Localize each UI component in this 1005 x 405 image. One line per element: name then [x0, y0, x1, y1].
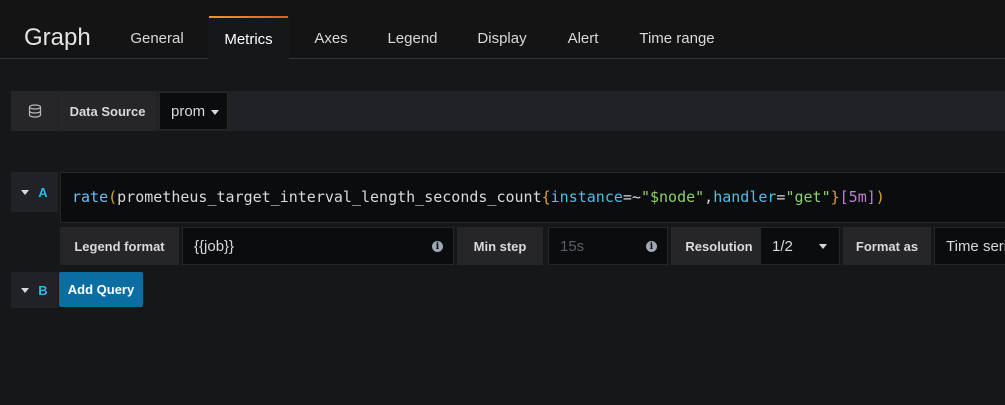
tab-legend[interactable]: Legend: [374, 0, 451, 59]
token-paren: (: [108, 188, 118, 206]
query-ref-letter: B: [38, 282, 48, 298]
collapse-caret-icon: [21, 287, 30, 293]
token-brace: {: [541, 188, 551, 206]
token-comma: ,: [704, 188, 714, 206]
tab-display[interactable]: Display: [464, 0, 540, 59]
datasource-row: Data Source prom: [11, 91, 1005, 131]
token-label-name: instance: [550, 188, 623, 206]
datasource-icon-box: [11, 91, 58, 131]
database-icon: [28, 104, 41, 118]
token-bracket: ]: [866, 188, 876, 206]
chevron-down-icon: [211, 110, 219, 115]
token-label-value: "get": [785, 188, 831, 206]
datasource-label: Data Source: [59, 91, 156, 131]
query-row-toggle-b[interactable]: B: [11, 272, 58, 308]
token-label-name: handler: [713, 188, 777, 206]
token-range: 5m: [848, 188, 867, 206]
legend-format-value: {{job}}: [194, 237, 235, 255]
min-step-placeholder: 15s: [560, 237, 585, 255]
resolution-select[interactable]: 1/2: [760, 227, 840, 265]
format-as-value: Time series: [946, 237, 1005, 255]
min-step-input[interactable]: 15s i: [548, 227, 668, 265]
token-bracket: [: [839, 188, 849, 206]
token-label-value: "$node": [640, 188, 705, 206]
panel-title: Graph: [24, 24, 91, 51]
token-paren: ): [875, 188, 885, 206]
query-ref-letter: A: [38, 184, 48, 200]
datasource-value: prom: [171, 102, 206, 120]
chevron-down-icon: [819, 244, 827, 249]
tab-axes[interactable]: Axes: [300, 0, 362, 59]
datasource-select[interactable]: prom: [159, 92, 228, 130]
token-metric-name: prometheus_target_interval_length_second…: [117, 188, 542, 206]
resolution-value: 1/2: [772, 237, 793, 255]
panel-editor-header: Graph General Metrics Axes Legend Displa…: [0, 0, 1005, 61]
tab-alert[interactable]: Alert: [553, 0, 613, 59]
legend-format-label: Legend format: [60, 227, 179, 265]
query-expression-editor[interactable]: rate(prometheus_target_interval_length_s…: [60, 172, 1005, 223]
token-operator: =~: [622, 188, 641, 206]
add-query-button[interactable]: Add Query: [59, 272, 143, 307]
tab-general[interactable]: General: [118, 0, 196, 59]
min-step-label: Min step: [457, 227, 543, 265]
query-row-toggle-a[interactable]: A: [11, 172, 58, 212]
token-function: rate: [72, 188, 109, 206]
info-icon[interactable]: i: [646, 241, 657, 252]
legend-format-input[interactable]: {{job}} i: [182, 227, 454, 265]
format-as-label: Format as: [843, 227, 931, 265]
token-brace: }: [830, 188, 840, 206]
format-as-select[interactable]: Time series: [934, 227, 1005, 265]
tab-time-range[interactable]: Time range: [626, 0, 728, 59]
info-icon[interactable]: i: [432, 241, 443, 252]
resolution-label: Resolution: [671, 227, 767, 265]
collapse-caret-icon: [21, 189, 30, 195]
query-options-row: Legend format {{job}} i Min step 15s i R…: [60, 227, 1005, 265]
tab-metrics[interactable]: Metrics: [208, 16, 289, 61]
